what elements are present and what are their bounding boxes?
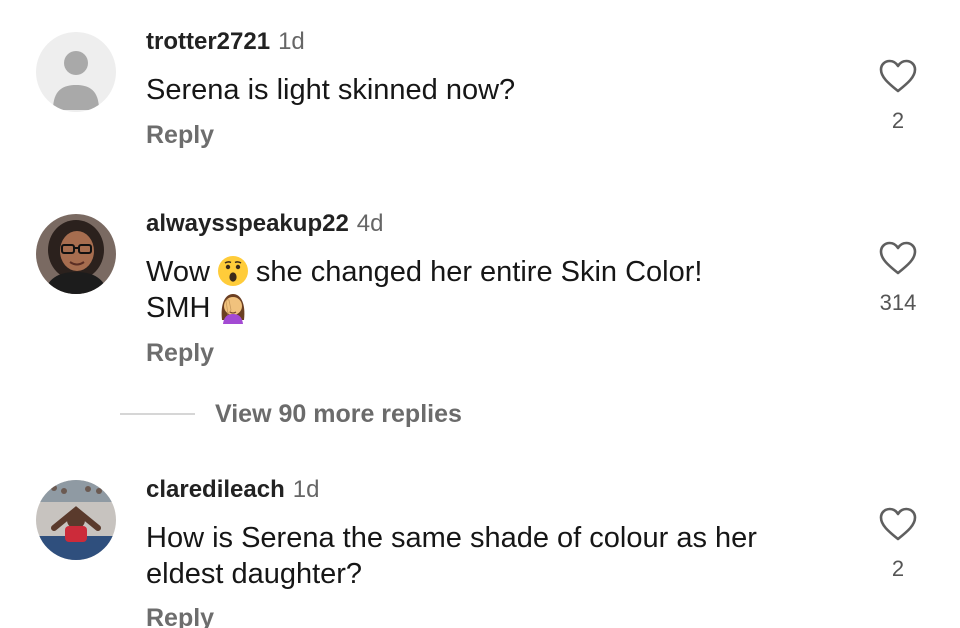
comment-text-line2: SMH [146, 292, 211, 324]
like-count: 2 [891, 108, 905, 133]
comment-text: How is Serena the same shade of colour a… [146, 522, 757, 590]
comment-age: 1d [292, 476, 320, 503]
username[interactable]: alwaysspeakup22 [146, 210, 349, 237]
reply-button[interactable]: Reply [146, 338, 214, 368]
surprised-face-emoji [216, 254, 250, 288]
comment-text-rest: she changed her entire Skin Color! [255, 256, 703, 288]
heart-outline-icon[interactable] [878, 506, 918, 542]
reply-button[interactable]: Reply [146, 603, 214, 628]
comment-meta: alwaysspeakup22 4d [146, 210, 384, 238]
comment-text-start: Wow [146, 256, 210, 288]
username[interactable]: trotter2721 [146, 28, 270, 55]
woman-with-glasses-photo [36, 214, 116, 294]
comment-meta: trotter2721 1d [146, 28, 305, 56]
default-user-icon [36, 32, 116, 112]
comment-text: Wow she changed her entire Skin Color! SMH [146, 254, 836, 326]
divider-line [120, 413, 195, 415]
comment-age: 4d [356, 210, 384, 237]
like-control[interactable]: 2 [872, 58, 924, 134]
comments-list: trotter2721 1d Serena is light skinned no… [0, 0, 960, 628]
comment-text: Serena is light skinned now? [146, 74, 516, 106]
heart-outline-icon[interactable] [878, 240, 918, 276]
like-control[interactable]: 2 [872, 506, 924, 582]
facepalm-woman-emoji [216, 290, 250, 325]
username[interactable]: claredileach [146, 476, 285, 503]
heart-outline-icon[interactable] [878, 58, 918, 94]
reply-button[interactable]: Reply [146, 120, 214, 150]
avatar[interactable] [36, 214, 116, 294]
like-count: 2 [891, 556, 905, 581]
avatar[interactable] [36, 480, 116, 560]
comment-meta: claredileach 1d [146, 476, 319, 504]
comment-age: 1d [278, 28, 305, 55]
avatar[interactable] [36, 32, 116, 112]
like-control[interactable]: 314 [872, 240, 924, 316]
view-more-replies-label[interactable]: View 90 more replies [215, 398, 462, 430]
tennis-player-photo [36, 480, 116, 560]
like-count: 314 [879, 290, 917, 315]
